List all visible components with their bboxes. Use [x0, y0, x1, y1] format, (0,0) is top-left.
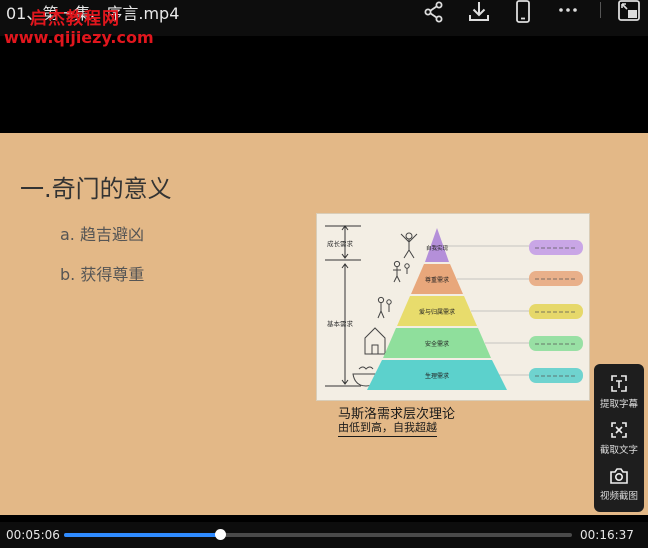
maslow-pyramid-diagram: 成长需求 基本需求 自我实现 尊重需求 爱与归属需求 安全需求 生理需求 [316, 213, 590, 401]
camera-icon [610, 468, 628, 484]
pyramid-level-4-label: 安全需求 [425, 340, 449, 348]
phone-icon[interactable] [511, 0, 535, 24]
extract-subtitles-button[interactable]: 提取字幕 [594, 374, 644, 410]
side-tool-panel: 提取字幕 截取文字 视频截图 [594, 364, 644, 512]
progress-fill [64, 533, 220, 537]
need-tag-2 [529, 271, 583, 286]
slide-bullet-b: b. 获得尊重 [60, 265, 145, 284]
watermark-url: www.qijiezy.com [4, 28, 154, 47]
pyramid-level-1 [425, 228, 449, 262]
needs-axis-bracket [325, 225, 361, 387]
share-icon[interactable] [422, 0, 446, 24]
progress-bar[interactable] [64, 529, 572, 540]
pyramid-level-3-label: 爱与归属需求 [419, 308, 455, 316]
growth-needs-label: 成长需求 [327, 239, 354, 248]
pyramid-level-1-label: 自我实现 [426, 244, 449, 252]
slide-bullet-a: a. 趋吉避凶 [60, 225, 144, 244]
text-capture-icon [611, 422, 627, 438]
extract-subtitles-label: 提取字幕 [599, 399, 638, 410]
progress-handle[interactable] [214, 529, 226, 540]
slide-heading: 一.奇门的意义 [20, 175, 172, 203]
need-tag-5 [529, 368, 583, 383]
more-icon[interactable] [556, 0, 580, 24]
watermark-site-name: 启杰教程网 [30, 9, 120, 29]
capture-text-label: 截取文字 [599, 445, 638, 456]
pyramid-level-5-label: 生理需求 [425, 372, 449, 380]
toolbar-divider [600, 2, 601, 18]
pip-icon[interactable] [617, 0, 641, 24]
subtitle-extract-icon [611, 375, 627, 392]
video-screenshot-button[interactable]: 视频截图 [594, 466, 644, 502]
need-tag-1 [529, 240, 583, 255]
basic-needs-label: 基本需求 [327, 319, 354, 328]
playback-control-bar: 00:05:06 00:16:37 [0, 522, 648, 548]
pyramid-level-2-label: 尊重需求 [425, 276, 449, 284]
need-tag-4 [529, 336, 583, 351]
total-duration: 00:16:37 [580, 528, 634, 542]
need-tag-3 [529, 304, 583, 319]
download-icon[interactable] [467, 0, 491, 24]
current-time: 00:05:06 [6, 528, 60, 542]
diagram-caption-subtitle: 由低到高，自我超越 [338, 419, 437, 437]
video-frame-slide: 一.奇门的意义 a. 趋吉避凶 b. 获得尊重 成长需求 基本需求 自我实现 尊… [0, 133, 648, 515]
video-screenshot-label: 视频截图 [599, 491, 638, 502]
capture-text-button[interactable]: 截取文字 [594, 420, 644, 456]
